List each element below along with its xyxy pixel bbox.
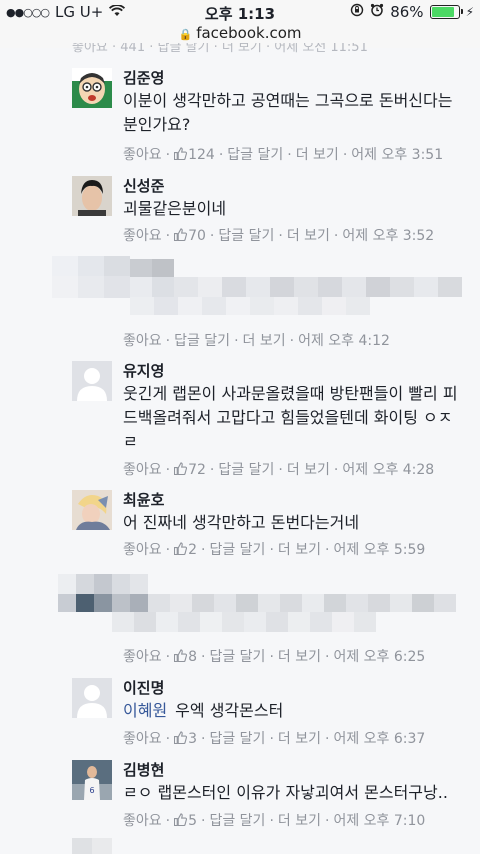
comment-timestamp[interactable]: 어제 오후 6:25 <box>333 649 425 665</box>
more-button[interactable]: 더 보기 <box>296 147 339 163</box>
like-count[interactable]: 124 <box>174 147 215 163</box>
reply-button[interactable]: 답글 달기 <box>209 731 265 747</box>
comment-actions: 좋아요 · 5 · 답글 달기 · 더 보기 · 어제 오후 7:10 <box>123 813 426 829</box>
comment-text-body: 우엑 생각몬스터 <box>175 701 284 720</box>
like-count[interactable]: 72 <box>174 462 206 478</box>
thumbs-up-icon <box>174 462 188 475</box>
comment-actions: 좋아요 · 2 · 답글 달기 · 더 보기 · 어제 오후 5:59 <box>123 542 426 558</box>
reply-button[interactable]: 답글 달기 <box>227 147 283 163</box>
comment-timestamp[interactable]: 어제 오후 7:10 <box>333 813 425 829</box>
scrolled-comment-actions: 좋아요 · 441 · 답글 달기 · 더 보기 · 어제 오전 11:51 <box>72 43 368 53</box>
comment-text: 웃긴게 랩몬이 사과문올렸을때 방탄팬들이 빨리 피드백올려줘서 고맙다고 힘들… <box>123 384 458 451</box>
thumbs-up-icon <box>174 813 188 826</box>
reply-button[interactable]: 답글 달기 <box>218 462 274 478</box>
comment-timestamp[interactable]: 어제 오후 6:37 <box>333 731 425 747</box>
avatar[interactable] <box>72 490 112 530</box>
comment-author[interactable]: 최윤호 <box>123 490 466 510</box>
like-count-value: 3 <box>188 731 198 747</box>
more-button[interactable]: 더 보기 <box>278 649 321 665</box>
more-button[interactable]: 더 보기 <box>287 462 330 478</box>
battery-percent: 86% <box>390 3 424 21</box>
avatar[interactable]: 6 <box>72 760 112 800</box>
comment-actions: 좋아요 · 답글 달기 · 더 보기 · 어제 오후 4:12 <box>123 333 390 349</box>
avatar[interactable] <box>72 68 112 108</box>
pixelated-comment-content <box>52 256 472 318</box>
like-count[interactable]: 2 <box>174 542 197 558</box>
comment-text: 이혜원 우엑 생각몬스터 <box>123 699 466 723</box>
comment-timestamp[interactable]: 어제 오후 5:59 <box>333 542 425 558</box>
like-button[interactable]: 좋아요 <box>123 147 162 163</box>
status-bar: ●●○○○ LG U+ 오후 1:13 86% ⚡ <box>0 0 480 24</box>
thumbs-up-icon <box>174 649 188 662</box>
comment-text: 괴물같은분이네 <box>123 199 227 218</box>
comment-timestamp[interactable]: 어제 오후 4:28 <box>342 462 434 478</box>
like-count-value: 70 <box>188 228 206 244</box>
comment-author[interactable]: 김병현 <box>123 760 466 780</box>
avatar[interactable] <box>72 176 112 216</box>
more-button[interactable]: 더 보기 <box>278 813 321 829</box>
mention-link[interactable]: 이혜원 <box>123 701 167 720</box>
pixelated-comment-content <box>58 574 464 650</box>
like-count[interactable]: 3 <box>174 731 197 747</box>
like-button[interactable]: 좋아요 <box>123 228 162 244</box>
comment-timestamp[interactable]: 어제 오후 3:51 <box>351 147 443 163</box>
thumbs-up-icon <box>174 731 188 744</box>
alarm-icon <box>370 3 384 21</box>
like-button[interactable]: 좋아요 <box>123 542 162 558</box>
reply-button[interactable]: 답글 달기 <box>209 649 265 665</box>
reply-button[interactable]: 답글 달기 <box>174 333 230 349</box>
more-button[interactable]: 더 보기 <box>243 333 286 349</box>
avatar[interactable] <box>72 361 112 401</box>
url-domain: facebook.com <box>196 24 302 42</box>
like-button[interactable]: 좋아요 <box>123 813 162 829</box>
thumbs-up-icon <box>174 228 188 241</box>
charging-icon: ⚡ <box>465 5 474 19</box>
like-count-value: 124 <box>188 147 215 163</box>
comment-actions: 좋아요 · 8 · 답글 달기 · 더 보기 · 어제 오후 6:25 <box>123 649 426 665</box>
comment-actions: 좋아요 · 124 · 답글 달기 · 더 보기 · 어제 오후 3:51 <box>123 147 444 163</box>
lock-icon: 🔒 <box>178 28 193 41</box>
rotation-lock-icon <box>350 3 364 21</box>
comment-text: 어 진짜네 생각만하고 돈번다는거네 <box>123 513 360 532</box>
like-count[interactable]: 8 <box>174 649 197 665</box>
comment-author[interactable]: 유지영 <box>123 361 466 381</box>
comment-text: ㄹㅇ 랩몬스터인 이유가 자낳괴여서 몬스터구낭.. <box>123 783 448 802</box>
like-count-value: 5 <box>188 813 198 829</box>
comment-actions: 좋아요 · 72 · 답글 달기 · 더 보기 · 어제 오후 4:28 <box>123 462 435 478</box>
like-button[interactable]: 좋아요 <box>123 649 162 665</box>
comment-actions: 좋아요 · 70 · 답글 달기 · 더 보기 · 어제 오후 3:52 <box>123 228 435 244</box>
pixelated-avatar <box>72 838 112 854</box>
like-button[interactable]: 좋아요 <box>123 462 162 478</box>
thumbs-up-icon <box>174 542 188 555</box>
like-count-value: 2 <box>188 542 198 558</box>
like-button[interactable]: 좋아요 <box>123 333 162 349</box>
comment-author[interactable]: 신성준 <box>123 176 466 196</box>
more-button[interactable]: 더 보기 <box>278 542 321 558</box>
avatar[interactable] <box>72 678 112 718</box>
reply-button[interactable]: 답글 달기 <box>209 542 265 558</box>
comment-author[interactable]: 이진명 <box>123 678 466 698</box>
comment-timestamp[interactable]: 어제 오후 3:52 <box>342 228 434 244</box>
more-button[interactable]: 더 보기 <box>278 731 321 747</box>
comment-author[interactable]: 김준영 <box>123 68 466 88</box>
comment-timestamp[interactable]: 어제 오후 4:12 <box>298 333 390 349</box>
comment-actions: 좋아요 · 3 · 답글 달기 · 더 보기 · 어제 오후 6:37 <box>123 731 426 747</box>
like-count-value: 72 <box>188 462 206 478</box>
comment-text: 이분이 생각만하고 공연때는 그곡으로 돈버신다는 분인가요? <box>123 91 453 134</box>
like-count[interactable]: 70 <box>174 228 206 244</box>
reply-button[interactable]: 답글 달기 <box>209 813 265 829</box>
reply-button[interactable]: 답글 달기 <box>218 228 274 244</box>
thumbs-up-icon <box>174 147 188 160</box>
like-button[interactable]: 좋아요 <box>123 731 162 747</box>
battery-icon <box>429 5 463 19</box>
more-button[interactable]: 더 보기 <box>287 228 330 244</box>
like-count-value: 8 <box>188 649 198 665</box>
like-count[interactable]: 5 <box>174 813 197 829</box>
svg-text:6: 6 <box>89 786 94 795</box>
